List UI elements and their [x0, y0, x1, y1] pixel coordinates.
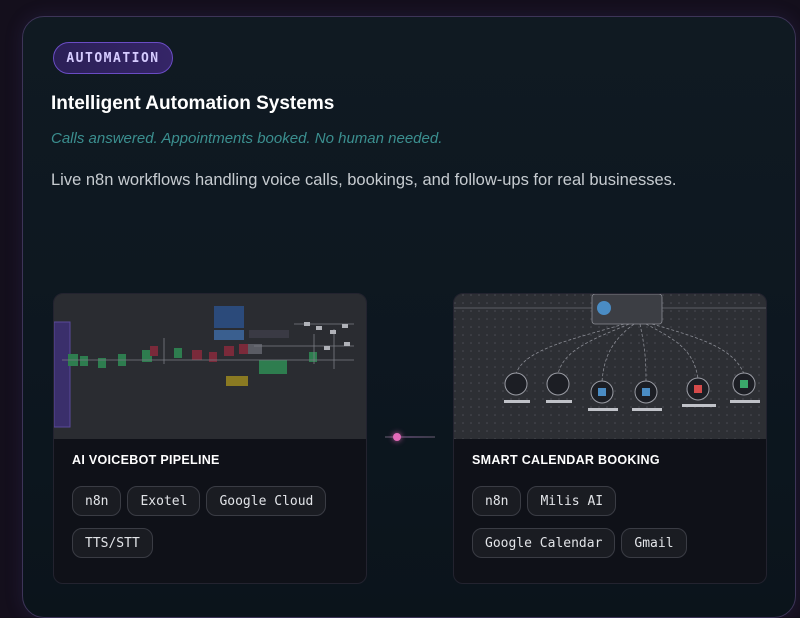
tag-chip: Exotel — [127, 486, 201, 516]
automation-section-card: AUTOMATION Intelligent Automation System… — [22, 16, 796, 618]
section-title: Intelligent Automation Systems — [51, 93, 335, 114]
tag-chip: Gmail — [621, 528, 687, 558]
project-title: AI VOICEBOT PIPELINE — [72, 453, 220, 467]
tag-chip: Google Cloud — [206, 486, 327, 516]
tag-chip: TTS/STT — [72, 528, 153, 558]
project-title: SMART CALENDAR BOOKING — [472, 453, 660, 467]
project-card-calendar[interactable]: SMART CALENDAR BOOKING n8n Milis AI Google… — [453, 293, 767, 584]
workflow-screenshot-icon — [54, 294, 366, 439]
tech-tags: n8n Exotel Google Cloud TTS/STT — [72, 486, 362, 570]
workflow-screenshot-icon — [454, 294, 766, 439]
tag-chip: Google Calendar — [472, 528, 616, 558]
voicebot-workflow-preview — [54, 294, 366, 439]
calendar-workflow-preview — [454, 294, 766, 439]
category-badge: AUTOMATION — [53, 42, 173, 74]
tag-chip: n8n — [472, 486, 522, 516]
tag-chip: n8n — [72, 486, 122, 516]
project-card-voicebot[interactable]: AI VOICEBOT PIPELINE n8n Exotel Google Clo… — [53, 293, 367, 584]
tag-chip: Milis AI — [527, 486, 617, 516]
section-tagline: Calls answered. Appointments booked. No … — [51, 130, 443, 147]
card-connector-dot — [393, 433, 401, 441]
tech-tags: n8n Milis AI Google Calendar Gmail — [472, 486, 762, 570]
section-description: Live n8n workflows handling voice calls,… — [51, 171, 677, 189]
